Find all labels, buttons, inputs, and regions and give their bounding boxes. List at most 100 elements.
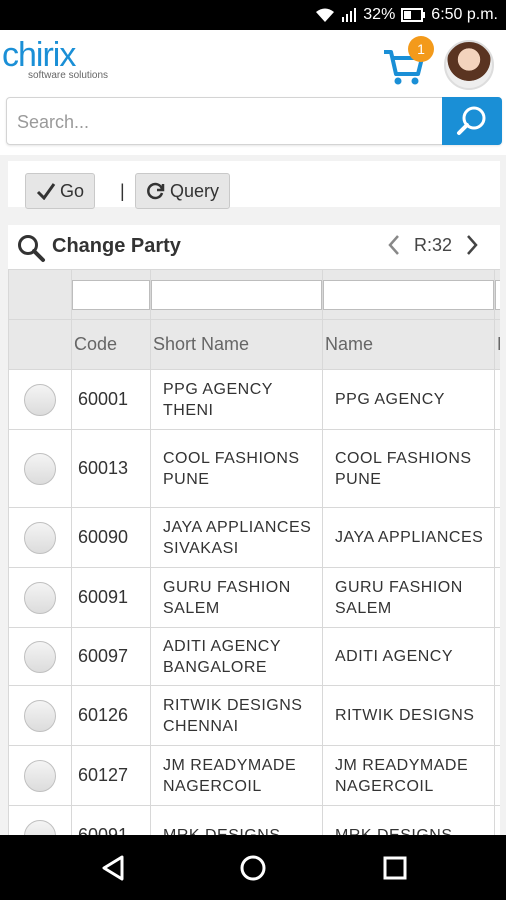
brand-name: chirix (2, 36, 76, 74)
extra-cell (494, 369, 500, 430)
brand-tagline: software solutions (28, 70, 109, 81)
code-cell: 60013 (71, 429, 151, 508)
short-name-cell: MRK DESIGNS (150, 805, 323, 835)
short-name-cell: JM READYMADE NAGERCOIL (150, 745, 323, 806)
extra-cell (494, 685, 500, 746)
battery-icon (401, 8, 426, 22)
row-radio-button[interactable] (24, 640, 56, 673)
table-row[interactable]: 60126 RITWIK DESIGNS CHENNAI RITWIK DESIGN… (8, 685, 500, 746)
home-icon[interactable] (238, 853, 268, 883)
row-select-cell (8, 805, 72, 835)
extra-cell (494, 567, 500, 628)
query-button[interactable]: Query (135, 173, 231, 209)
system-nav-bar (0, 835, 506, 900)
header-extra[interactable]: P (494, 319, 500, 370)
chevron-right-icon[interactable] (464, 233, 480, 257)
extra-cell (494, 805, 500, 835)
header-select (8, 319, 72, 370)
name-cell: JAYA APPLIANCES (322, 507, 495, 568)
code-cell: 60126 (71, 685, 151, 746)
table-row[interactable]: 60090 JAYA APPLIANCES SIVAKASI JAYA APPLIA… (8, 507, 500, 568)
name-cell: COOL FASHIONS PUNE (322, 429, 495, 508)
code-cell: 60127 (71, 745, 151, 806)
header-row: Code Short Name Name P (8, 319, 500, 370)
search-icon (457, 106, 486, 135)
table-row[interactable]: 60127 JM READYMADE NAGERCOIL JM READYMADE … (8, 745, 500, 806)
panel-title: Change Party (52, 235, 181, 257)
short-name-cell: GURU FASHION SALEM (150, 567, 323, 628)
name-cell: ADITI AGENCY (322, 627, 495, 686)
filter-cell-code (71, 269, 151, 320)
extra-cell (494, 507, 500, 568)
name-cell: MRK DESIGNS (322, 805, 495, 835)
app-header: chirix software solutions 1 (0, 30, 506, 96)
short-name-cell: PPG AGENCY THENI (150, 369, 323, 430)
query-button-label: Query (170, 180, 220, 201)
row-radio-button[interactable] (24, 452, 56, 485)
recents-icon[interactable] (380, 853, 410, 883)
short-name-filter-input[interactable] (151, 279, 322, 310)
code-cell: 60090 (71, 507, 151, 568)
battery-percent: 32% (363, 6, 396, 23)
user-avatar[interactable] (444, 40, 494, 90)
row-select-cell (8, 369, 72, 430)
toolbar-separator: | (120, 181, 125, 201)
code-cell: 60091 (71, 567, 151, 628)
brand-logo[interactable]: chirix software solutions (2, 38, 108, 81)
status-bar: 32% 6:50 p.m. (0, 0, 506, 30)
row-radio-button[interactable] (24, 581, 56, 614)
search-input[interactable] (17, 107, 437, 137)
name-cell: PPG AGENCY (322, 369, 495, 430)
row-select-cell (8, 745, 72, 806)
chevron-left-icon[interactable] (386, 233, 402, 257)
party-grid: Code Short Name Name P 60001PPG AGENCY T… (8, 269, 500, 835)
table-row[interactable]: 60091MRK DESIGNSMRK DESIGNS (8, 805, 500, 835)
header-name[interactable]: Name (322, 319, 495, 370)
row-radio-button[interactable] (24, 759, 56, 792)
filter-cell-name (322, 269, 495, 320)
code-cell: 60001 (71, 369, 151, 430)
row-select-cell (8, 429, 72, 508)
row-radio-button[interactable] (24, 819, 56, 835)
table-row[interactable]: 60013 COOL FASHIONS PUNE COOL FASHIONS PUN… (8, 429, 500, 508)
record-navigator: R:32 (386, 233, 480, 257)
wifi-icon (316, 8, 335, 22)
table-row[interactable]: 60097 ADITI AGENCY BANGALORE ADITI AGENCY (8, 627, 500, 686)
checkmark-icon (36, 183, 56, 200)
change-party-panel: Change Party R:32 Code Short Name Name 6… (0, 215, 506, 835)
filter-cell-short-name (150, 269, 323, 320)
search-button[interactable] (442, 97, 502, 145)
code-cell: 60097 (71, 627, 151, 686)
code-cell: 60091 (71, 805, 151, 835)
go-button-label: Go (60, 180, 85, 201)
code-filter-input[interactable] (72, 279, 150, 310)
cart-count-badge: 1 (408, 36, 434, 62)
row-select-cell (8, 567, 72, 628)
go-button[interactable]: Go (25, 173, 96, 209)
record-count: R:32 (413, 234, 452, 255)
name-cell: RITWIK DESIGNS (322, 685, 495, 746)
extra-cell (494, 429, 500, 508)
table-row[interactable]: 60091 GURU FASHION SALEM GURU FASHION SALE… (8, 567, 500, 628)
magnifier-icon (18, 235, 45, 262)
filter-cell-select (8, 269, 72, 320)
row-radio-button[interactable] (24, 383, 56, 416)
header-short-name[interactable]: Short Name (150, 319, 323, 370)
name-filter-input[interactable] (323, 279, 494, 310)
short-name-cell: ADITI AGENCY BANGALORE (150, 627, 323, 686)
table-row[interactable]: 60001 PPG AGENCY THENI PPG AGENCY (8, 369, 500, 430)
row-select-cell (8, 685, 72, 746)
header-code[interactable]: Code (71, 319, 151, 370)
extra-filter-input[interactable] (495, 279, 500, 310)
back-icon[interactable] (98, 853, 128, 883)
row-radio-button[interactable] (24, 521, 56, 554)
short-name-cell: COOL FASHIONS PUNE (150, 429, 323, 508)
search-bar (6, 97, 502, 145)
signal-icon (342, 8, 357, 22)
name-cell: JM READYMADE NAGERCOIL (322, 745, 495, 806)
extra-cell (494, 745, 500, 806)
clock: 6:50 p.m. (431, 6, 498, 23)
extra-cell (494, 627, 500, 686)
short-name-cell: JAYA APPLIANCES SIVAKASI (150, 507, 323, 568)
row-radio-button[interactable] (24, 699, 56, 732)
